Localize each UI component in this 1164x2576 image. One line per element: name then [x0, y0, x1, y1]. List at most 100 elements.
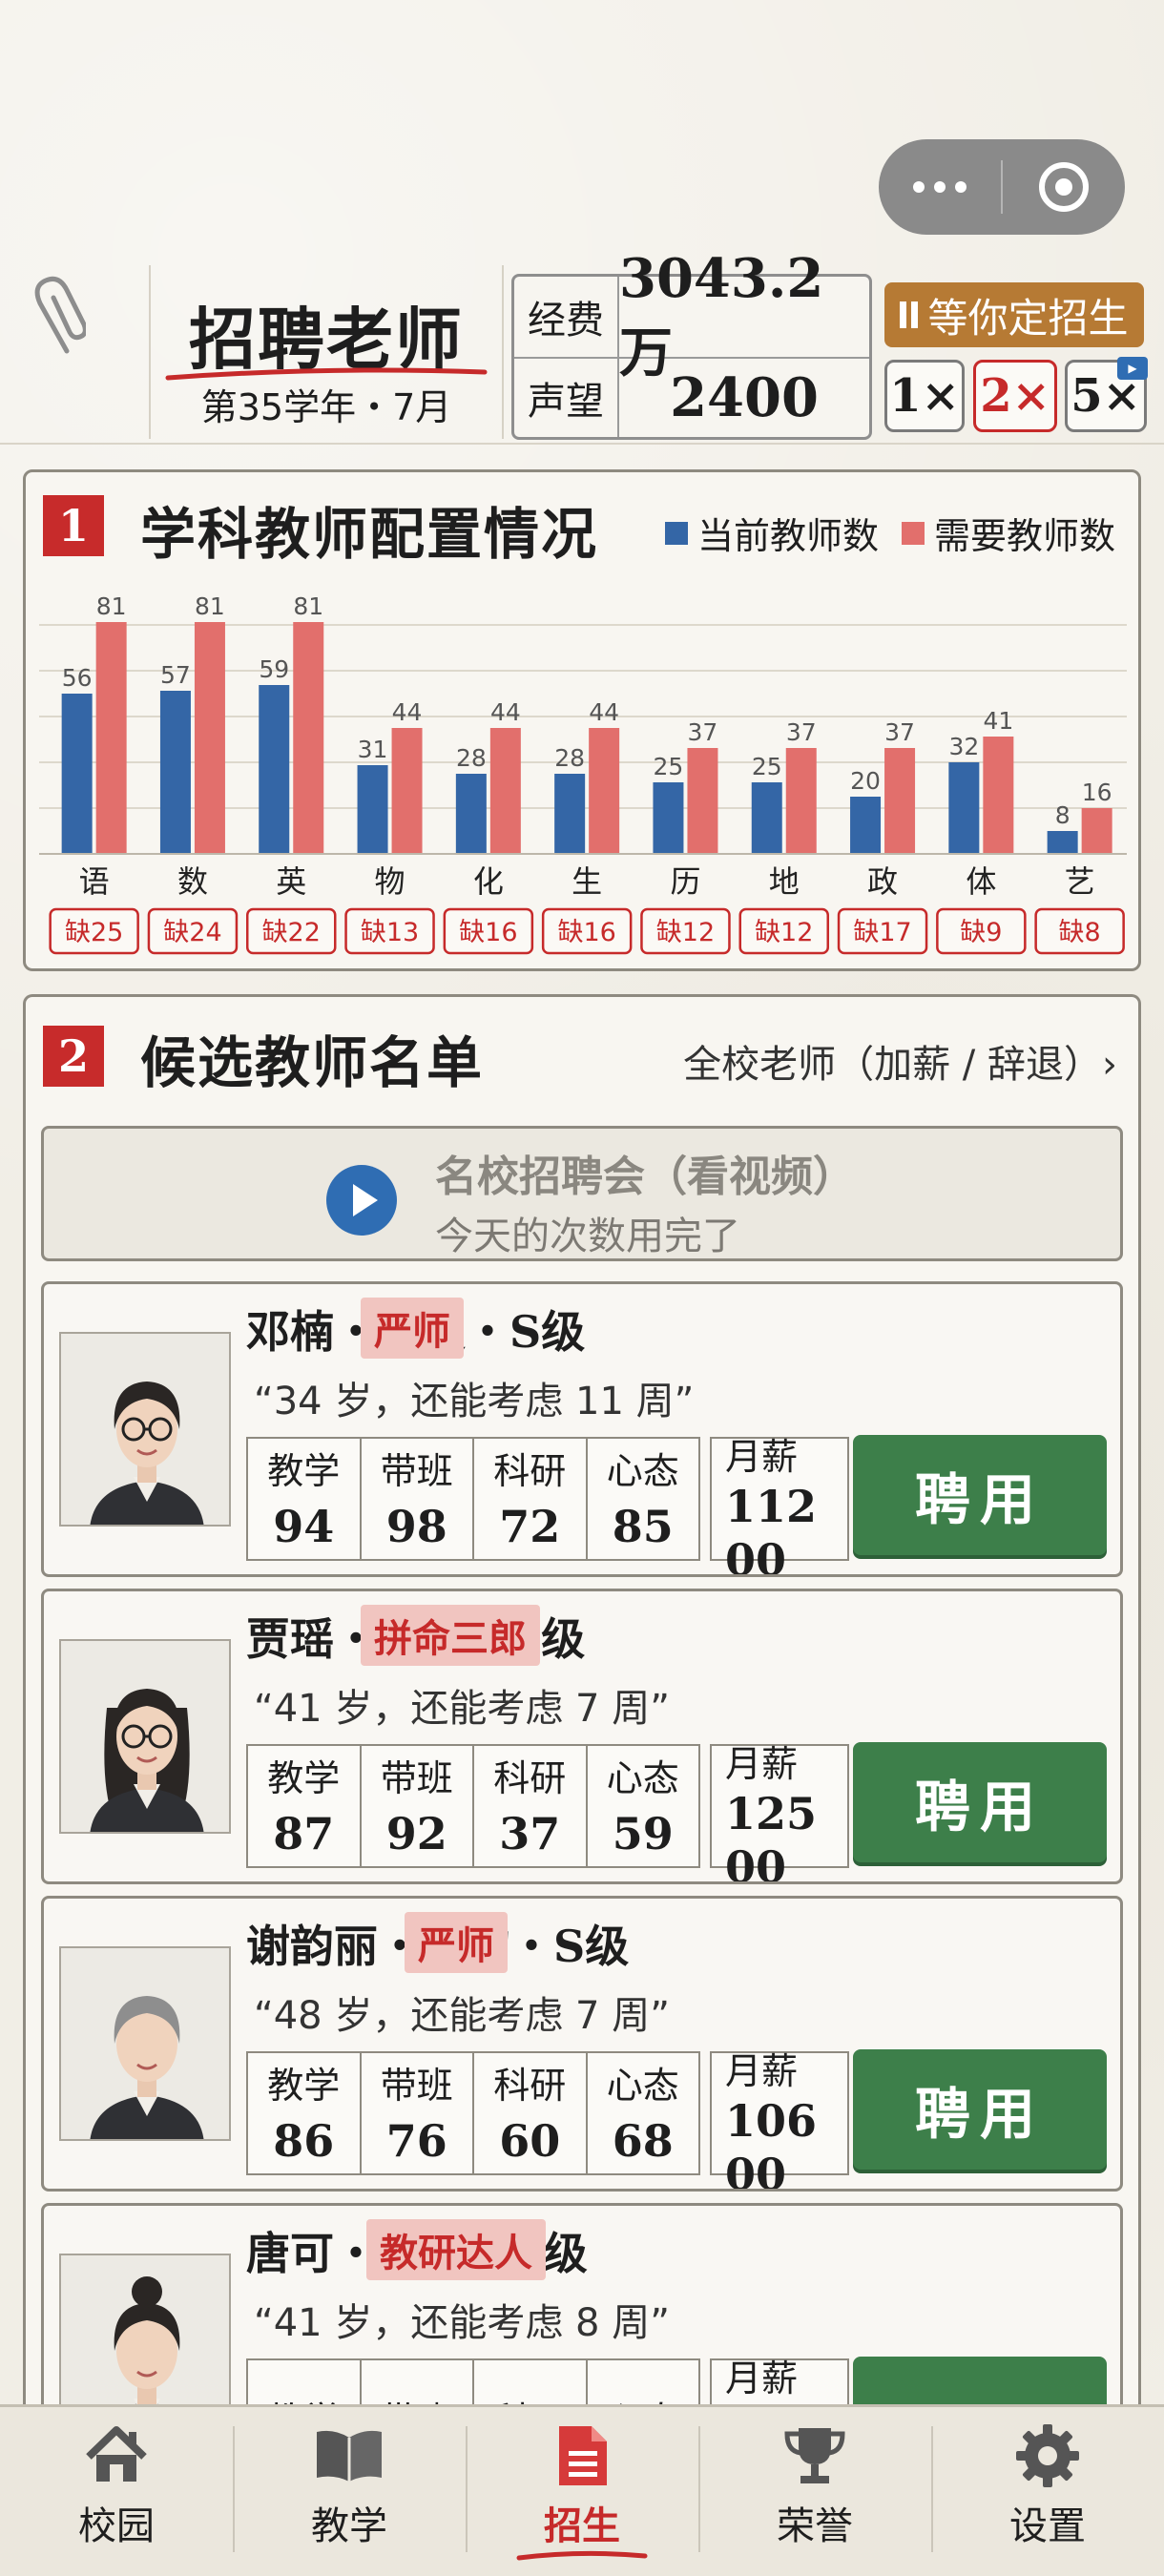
shortage-label: 缺16 — [557, 918, 615, 947]
attr-cell: 心态 68 — [588, 2053, 699, 2173]
bar-current — [1047, 831, 1078, 854]
bar-value-label: 20 — [850, 767, 881, 795]
candidate-quote: “48 岁，还能考虑 7 周” — [254, 1994, 670, 2038]
shortage-label: 缺12 — [656, 918, 715, 947]
attr-cell: 科研 37 — [474, 1746, 588, 1866]
reputation-label: 声望 — [514, 359, 619, 437]
bar-value-label: 81 — [195, 592, 225, 620]
attr-value: 87 — [273, 1808, 335, 1859]
bar-value-label: 57 — [160, 661, 191, 689]
hire-button[interactable]: 聘用 — [853, 1742, 1107, 1862]
bar-needed — [391, 728, 423, 854]
bar-current — [455, 774, 487, 854]
candidate-card: 谢韵丽・生物・S级 严师 “48 岁，还能考虑 7 周” 教学 86 带班 76… — [41, 1896, 1123, 2192]
bar-current — [751, 782, 782, 854]
hire-button[interactable]: 聘用 — [853, 2049, 1107, 2170]
funds-value: 3043.2万 — [619, 246, 824, 384]
tab-recruit[interactable]: 招生 — [466, 2407, 698, 2576]
bar-needed — [687, 748, 718, 854]
staffing-bar-chart: 5681语缺255781数缺245981英缺223144物缺132844化缺16… — [39, 592, 1127, 955]
salary-label: 月薪 — [725, 2358, 799, 2399]
attr-label: 科研 — [493, 2065, 567, 2107]
attr-cell: 心态 85 — [588, 1439, 699, 1559]
section-number-2: 2 — [43, 1026, 104, 1087]
bar-value-label: 56 — [62, 664, 93, 692]
speed-5x-button[interactable]: 5× ▶ — [1065, 357, 1148, 432]
attr-value: 68 — [612, 2115, 674, 2167]
attr-label: 带班 — [380, 1757, 453, 1799]
bar-value-label: 28 — [554, 744, 585, 772]
attr-value: 98 — [385, 1501, 447, 1552]
paperclip-icon — [34, 276, 86, 354]
bar-current — [357, 765, 388, 854]
bar-current — [653, 782, 684, 854]
pause-wait-label: 等你定招生 — [927, 294, 1129, 342]
shortage-label: 缺13 — [361, 918, 419, 947]
shortage-label: 缺9 — [960, 918, 1002, 947]
bar-value-label: 32 — [948, 733, 979, 760]
attr-cell: 教学 87 — [248, 1746, 362, 1866]
tab-campus[interactable]: 校园 — [0, 2407, 233, 2576]
all-teachers-link[interactable]: 全校老师（加薪 / 辞退）› — [683, 1033, 1117, 1089]
school-year-label: 第35学年・7月 — [200, 386, 452, 428]
attr-value: 85 — [612, 1501, 674, 1552]
close-miniprogram-button[interactable] — [1003, 162, 1125, 212]
bar-value-label: 25 — [654, 753, 684, 780]
shortage-label: 缺25 — [65, 918, 123, 947]
tab-teaching[interactable]: 教学 — [233, 2407, 466, 2576]
category-label: 体 — [966, 863, 996, 900]
teacher-avatar — [59, 1639, 231, 1834]
bar-current — [259, 685, 290, 854]
bar-current — [850, 797, 882, 854]
attr-cell: 教学 86 — [248, 2053, 362, 2173]
shortage-label: 缺12 — [755, 918, 813, 947]
pause-wait-button[interactable]: 等你定招生 — [884, 282, 1144, 347]
candidate-quote: “34 岁，还能考虑 11 周” — [254, 1380, 695, 1423]
attr-value: 59 — [612, 1808, 674, 1859]
book-icon — [317, 2430, 382, 2482]
bar-needed — [589, 728, 620, 854]
category-label: 数 — [177, 863, 208, 900]
attr-cell: 带班 98 — [362, 1439, 474, 1559]
bar-current — [159, 691, 191, 854]
bar-value-label: 28 — [456, 744, 487, 772]
attr-label: 带班 — [380, 1450, 453, 1492]
salary-box: 月薪 10600 — [710, 2050, 849, 2189]
bar-needed — [1081, 808, 1112, 854]
attr-value: 76 — [385, 2115, 447, 2167]
video-ad-icon: ▶ — [1117, 357, 1148, 380]
bar-value-label: 37 — [884, 718, 915, 746]
attribute-table: 教学 94 带班 98 科研 72 心态 85 — [246, 1437, 700, 1561]
tab-settings[interactable]: 设置 — [931, 2407, 1164, 2576]
recruit-fair-video-button[interactable]: 名校招聘会（看视频） 今天的次数用完了 — [41, 1126, 1123, 1261]
bar-value-label: 37 — [688, 718, 718, 746]
hire-button[interactable]: 聘用 — [853, 1435, 1107, 1555]
subject-staffing-panel: 1 学科教师配置情况 当前教师数 需要教师数 56 81 语缺25 57 81 数缺24 5… — [23, 469, 1141, 971]
shortage-label: 缺16 — [459, 918, 517, 947]
target-icon — [1039, 162, 1089, 212]
bar-needed — [785, 748, 817, 854]
tab-honor[interactable]: 荣誉 — [698, 2407, 931, 2576]
speed-2x-button[interactable]: 2× — [973, 360, 1057, 432]
bar-value-label: 31 — [358, 736, 388, 763]
reputation-value: 2400 — [670, 366, 819, 429]
candidate-panel: 2 候选教师名单 全校老师（加薪 / 辞退）› 名校招聘会（看视频） 今天的次数… — [23, 994, 1141, 2444]
speed-1x-button[interactable]: 1× — [884, 360, 965, 432]
attr-value: 94 — [273, 1501, 335, 1552]
document-icon — [559, 2426, 607, 2485]
attr-label: 教学 — [267, 1450, 341, 1492]
candidate-list-title: 候选教师名单 — [140, 1030, 485, 1095]
attr-cell: 科研 72 — [474, 1439, 588, 1559]
more-menu-button[interactable] — [879, 181, 1001, 193]
funds-row: 经费 3043.2万 — [514, 246, 869, 384]
portrait-illustration — [90, 1996, 204, 2139]
attr-cell: 心态 59 — [588, 1746, 699, 1866]
trait-badge: 严师 — [361, 1298, 464, 1359]
category-label: 历 — [670, 863, 700, 900]
trait-badge: 严师 — [405, 1912, 508, 1973]
title-block: 招聘老师 第35学年・7月 — [149, 265, 504, 439]
attribute-table: 教学 86 带班 76 科研 60 心态 68 — [246, 2051, 700, 2175]
play-icon — [326, 1165, 397, 1236]
shortage-label: 缺8 — [1059, 918, 1101, 947]
active-tab-underline — [516, 2550, 648, 2561]
